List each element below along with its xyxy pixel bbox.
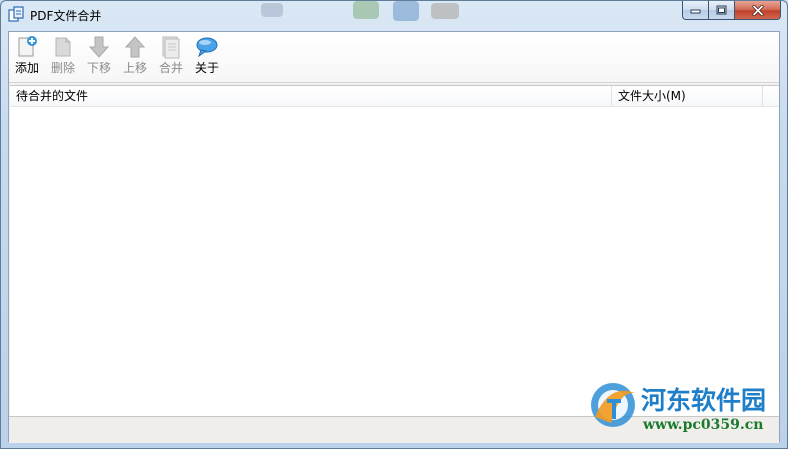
move-up-button[interactable]: 上移 (120, 35, 150, 79)
move-down-button-label: 下移 (86, 61, 111, 75)
column-header-files[interactable]: 待合并的文件 (10, 86, 612, 106)
pdf-merge-app-icon (8, 6, 24, 22)
minimize-icon (690, 9, 701, 14)
move-up-button-label: 上移 (122, 61, 147, 75)
file-list[interactable]: 待合并的文件 文件大小(M) (10, 85, 779, 416)
add-file-icon (18, 36, 37, 57)
merge-icon (162, 36, 180, 59)
add-button[interactable]: 添加 (12, 35, 42, 79)
delete-file-icon (55, 37, 71, 57)
minimize-button[interactable] (682, 1, 709, 20)
merge-button-label: 合并 (158, 61, 183, 75)
column-header-files-label: 待合并的文件 (16, 89, 89, 103)
about-button-label: 关于 (194, 61, 219, 75)
window-title: PDF文件合并 (30, 9, 102, 23)
watermark-url: www.pc0359.cn (643, 417, 764, 433)
column-header-size-label: 文件大小(M) (618, 89, 686, 103)
delete-button-label: 删除 (50, 61, 75, 75)
column-header-filler (763, 86, 779, 106)
arrow-up-icon (124, 36, 146, 58)
maximize-button[interactable] (709, 1, 735, 20)
speech-bubble-icon (196, 37, 218, 58)
maximize-icon (716, 5, 727, 15)
add-button-label: 添加 (14, 61, 39, 75)
watermark-name: 河东软件园 (641, 386, 767, 415)
app-window: PDF文件合并 添加 删除 下移 上移 合并 关于 待合并的文件 文件大小(M)… (0, 0, 788, 449)
merge-button[interactable]: 合并 (156, 35, 186, 79)
list-header: 待合并的文件 文件大小(M) (10, 86, 779, 107)
title-bar[interactable]: PDF文件合并 (1, 1, 787, 29)
watermark-logo (591, 383, 635, 427)
delete-button[interactable]: 删除 (48, 35, 78, 79)
column-header-size[interactable]: 文件大小(M) (612, 86, 763, 106)
arrow-down-icon (88, 36, 110, 58)
close-button[interactable] (735, 1, 781, 20)
caption-buttons (682, 1, 781, 21)
close-icon (751, 4, 764, 16)
move-down-button[interactable]: 下移 (84, 35, 114, 79)
toolbar: 添加 删除 下移 上移 合并 关于 (9, 32, 779, 83)
site-watermark: 河东软件园 www.pc0359.cn (583, 377, 787, 437)
about-button[interactable]: 关于 (192, 35, 222, 79)
